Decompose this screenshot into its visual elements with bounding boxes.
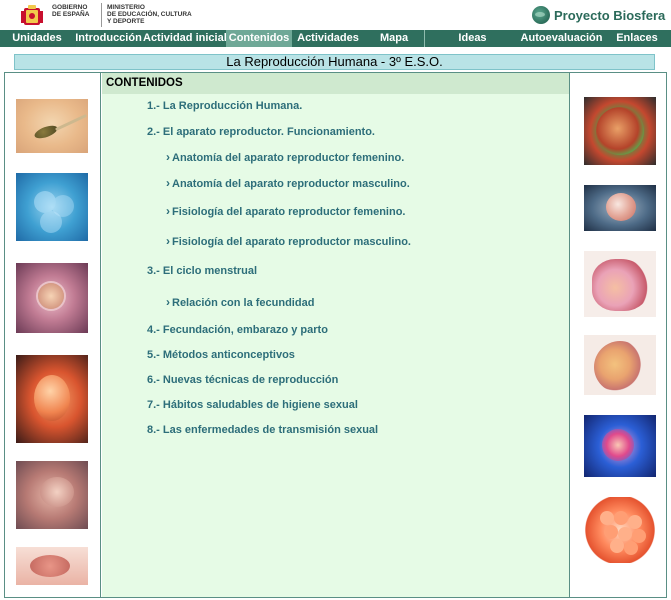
toc-sub-fecundidad[interactable]: › Relación con la fecundidad [166, 295, 314, 309]
toc-sub-anatomia-femenino[interactable]: › Anatomía del aparato reproductor femeni… [166, 150, 404, 164]
page-title: La Reproducción Humana - 3º E.S.O. [14, 54, 655, 70]
chevron-right-icon: › [166, 204, 170, 218]
toc-item-8[interactable]: 8.- Las enfermedades de transmisión sexu… [147, 424, 378, 436]
chevron-right-icon: › [166, 234, 170, 248]
header-divider [101, 3, 102, 27]
nav-actividad-inicial[interactable]: Actividad inicial [143, 30, 227, 47]
fetus-hand-image [16, 461, 88, 529]
header: GOBIERNO DE ESPAÑA MINISTERIO DE EDUCACI… [0, 0, 671, 30]
embryo-cells-image [16, 173, 88, 241]
fetus-lying-image [16, 547, 88, 585]
toc-item-1[interactable]: 1.- La Reproducción Humana. [147, 100, 302, 112]
male-anatomy-image [584, 335, 656, 395]
sperm-image [16, 99, 88, 153]
chevron-right-icon: › [166, 295, 170, 309]
toc-sub-fisiologia-masculino[interactable]: › Fisiología del aparato reproductor masc… [166, 234, 411, 248]
ovum-image [16, 263, 88, 333]
government-label: GOBIERNO DE ESPAÑA [52, 4, 90, 18]
coat-of-arms-icon [21, 5, 43, 25]
nav-autoevaluacion[interactable]: Autoevaluación [520, 30, 603, 47]
toc-sub-anatomia-masculino[interactable]: › Anatomía del aparato reproductor mascul… [166, 176, 410, 190]
cell-with-villi-image [584, 97, 656, 165]
virus-image [584, 415, 656, 477]
blastocyst-image [584, 185, 656, 231]
left-image-column [5, 73, 101, 597]
female-anatomy-image [584, 251, 656, 317]
chevron-right-icon: › [166, 150, 170, 164]
toc-item-2[interactable]: 2.- El aparato reproductor. Funcionamien… [147, 126, 375, 138]
brand-name: Proyecto Biosfera [554, 7, 666, 23]
ministry-label: MINISTERIO DE EDUCACIÓN, CULTURA Y DEPOR… [107, 4, 192, 25]
toc-sub-fisiologia-femenino[interactable]: › Fisiología del aparato reproductor feme… [166, 204, 405, 218]
chevron-right-icon: › [166, 176, 170, 190]
globe-icon [532, 6, 550, 24]
toc-item-4[interactable]: 4.- Fecundación, embarazo y parto [147, 324, 328, 336]
nav-mapa[interactable]: Mapa [364, 30, 424, 47]
nav-introduccion[interactable]: Introducción [74, 30, 143, 47]
nav-actividades[interactable]: Actividades [292, 30, 364, 47]
brand-logo[interactable]: Proyecto Biosfera [532, 5, 665, 25]
nav-contenidos[interactable]: Contenidos [226, 30, 292, 47]
contents-panel: CONTENIDOS 1.- La Reproducción Humana. 2… [102, 73, 569, 597]
nav-enlaces[interactable]: Enlaces [603, 30, 671, 47]
toc-item-3[interactable]: 3.- El ciclo menstrual [147, 265, 257, 277]
toc-item-7[interactable]: 7.- Hábitos saludables de higiene sexual [147, 399, 358, 411]
nav-unidades[interactable]: Unidades [0, 30, 74, 47]
toc-item-5[interactable]: 5.- Métodos anticonceptivos [147, 349, 295, 361]
nav-ideas[interactable]: Ideas [425, 30, 520, 47]
morula-image [584, 497, 656, 563]
right-image-column [569, 73, 666, 597]
contents-heading: CONTENIDOS [102, 73, 569, 94]
fetus-image [16, 355, 88, 443]
main-nav: Unidades Introducción Actividad inicial … [0, 30, 671, 47]
toc-item-6[interactable]: 6.- Nuevas técnicas de reproducción [147, 374, 338, 386]
content-frame: CONTENIDOS 1.- La Reproducción Humana. 2… [4, 72, 667, 598]
